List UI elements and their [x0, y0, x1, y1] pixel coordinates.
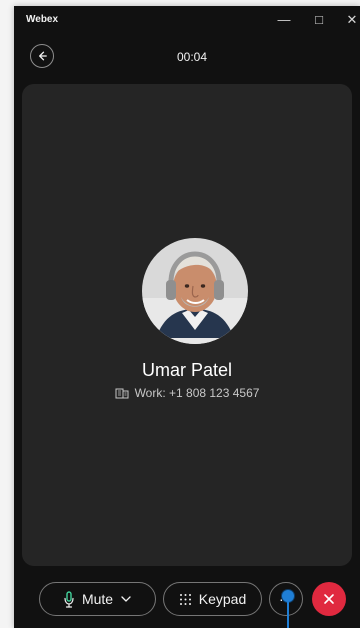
dialpad-icon [179, 593, 191, 605]
avatar-photo [142, 238, 248, 344]
mute-label: Mute [81, 591, 114, 607]
participant-name: Umar Patel [141, 360, 233, 380]
hangup-button[interactable] [312, 582, 346, 616]
pointer-cursor [282, 590, 294, 602]
title-bar: Webex — □ ✕ [14, 6, 360, 34]
close-window-button[interactable]: ✕ [344, 12, 360, 28]
pointer-stem [287, 602, 289, 628]
mute-button[interactable]: Mute [39, 582, 156, 616]
call-controls: Mute Keypad ··· [14, 572, 360, 628]
back-button[interactable] [30, 44, 54, 68]
maximize-icon: □ [315, 12, 323, 27]
arrow-left-icon [39, 51, 47, 61]
app-title: Webex [26, 14, 59, 25]
hangup-close-icon [324, 594, 334, 604]
avatar [142, 238, 248, 344]
keypad-button[interactable]: Keypad [163, 582, 262, 616]
minimize-icon: — [277, 12, 291, 27]
close-icon: ✕ [346, 12, 358, 27]
webex-call-window: Webex — □ ✕ 00:04 Umar Patel Work: +1 80… [14, 6, 360, 628]
maximize-button[interactable]: □ [311, 12, 327, 28]
microphone-icon [64, 590, 74, 608]
work-number: Work: +1 808 123 4567 [134, 386, 260, 400]
building-icon [115, 388, 129, 399]
call-timer: 00:04 [176, 50, 208, 64]
chevron-down-icon[interactable] [120, 595, 132, 603]
keypad-label: Keypad [198, 591, 247, 607]
participant-phone: Work: +1 808 123 4567 [22, 386, 352, 400]
minimize-button[interactable]: — [276, 12, 292, 28]
call-header: 00:04 [14, 34, 360, 82]
call-stage: Umar Patel Work: +1 808 123 4567 [22, 84, 352, 566]
